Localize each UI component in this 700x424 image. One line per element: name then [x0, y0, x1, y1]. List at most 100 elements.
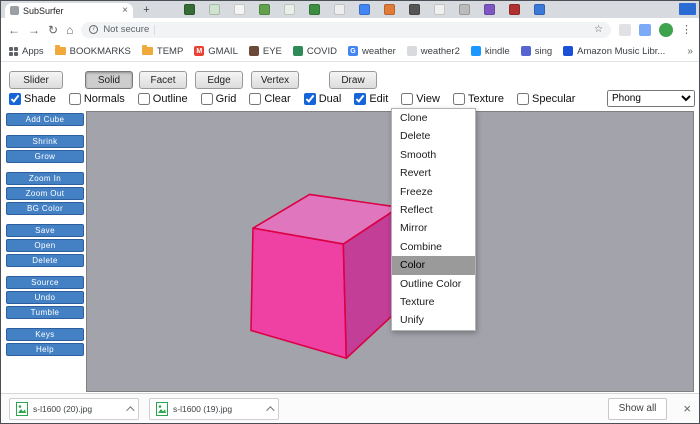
checkbox-specular[interactable]: Specular	[517, 92, 575, 105]
bookmark-item[interactable]: G weather	[347, 46, 396, 57]
menu-item-freeze[interactable]: Freeze	[392, 183, 475, 201]
zoom-out-button[interactable]: Zoom Out	[6, 187, 84, 200]
mini-tab[interactable]	[184, 4, 195, 15]
downloads-close-icon[interactable]: ×	[683, 401, 691, 416]
help-button[interactable]: Help	[6, 343, 84, 356]
specular-checkbox[interactable]	[517, 92, 530, 105]
bookmark-item[interactable]: sing	[520, 46, 552, 57]
menu-item-unify[interactable]: Unify	[392, 311, 475, 329]
back-icon[interactable]: ←	[8, 24, 20, 36]
checkbox-shade[interactable]: Shade	[9, 92, 56, 105]
download-caret-icon[interactable]	[266, 405, 275, 415]
keys-button[interactable]: Keys	[6, 328, 84, 341]
mini-tab[interactable]	[259, 4, 270, 15]
bookmark-star-icon[interactable]: ☆	[594, 24, 603, 35]
menu-item-clone[interactable]: Clone	[392, 109, 475, 127]
menu-item-mirror[interactable]: Mirror	[392, 219, 475, 237]
mini-tab[interactable]	[434, 4, 445, 15]
new-tab-button[interactable]: +	[140, 3, 153, 16]
add-cube-button[interactable]: Add Cube	[6, 113, 84, 126]
menu-item-smooth[interactable]: Smooth	[392, 146, 475, 164]
source-button[interactable]: Source	[6, 276, 84, 289]
checkbox-grid[interactable]: Grid	[200, 92, 236, 105]
bookmark-folder[interactable]: TEMP	[141, 45, 183, 57]
grid-checkbox[interactable]	[200, 92, 213, 105]
bookmark-item[interactable]: EYE	[248, 46, 282, 57]
checkbox-clear[interactable]: Clear	[249, 92, 291, 105]
save-button[interactable]: Save	[6, 224, 84, 237]
bookmark-item[interactable]: M GMAIL	[194, 46, 238, 57]
profile-avatar[interactable]	[659, 22, 673, 37]
tab-subsurfer[interactable]: SubSurfer ×	[5, 3, 133, 18]
mini-tab[interactable]	[359, 4, 370, 15]
reload-icon[interactable]: ↻	[48, 24, 58, 36]
mini-tab[interactable]	[484, 4, 495, 15]
normals-checkbox[interactable]	[68, 92, 81, 105]
menu-item-reflect[interactable]: Reflect	[392, 201, 475, 219]
clear-checkbox[interactable]	[249, 92, 262, 105]
mini-tab[interactable]	[384, 4, 395, 15]
menu-item-outline-color[interactable]: Outline Color	[392, 275, 475, 293]
shading-select[interactable]: Phong	[607, 90, 695, 107]
mini-tab[interactable]	[509, 4, 520, 15]
shade-checkbox[interactable]	[9, 92, 21, 105]
edge-button[interactable]: Edge	[195, 71, 243, 89]
solid-button[interactable]: Solid	[85, 71, 133, 89]
omnibox[interactable]: i Not secure ☆	[81, 21, 611, 38]
bookmark-item[interactable]: COVID	[292, 46, 337, 57]
download-item[interactable]: s-l1600 (20).jpg	[9, 397, 139, 420]
draw-button[interactable]: Draw	[329, 71, 377, 89]
texture-checkbox[interactable]	[452, 92, 465, 105]
show-all-button[interactable]: Show all	[607, 397, 668, 420]
mini-tab[interactable]	[334, 4, 345, 15]
viewport-canvas[interactable]	[86, 111, 694, 392]
edit-checkbox[interactable]	[354, 92, 367, 105]
mini-tab[interactable]	[234, 4, 245, 15]
view-checkbox[interactable]	[401, 92, 414, 105]
outline-checkbox[interactable]	[137, 92, 150, 105]
tab-close-icon[interactable]: ×	[122, 5, 128, 16]
mini-tab[interactable]	[534, 4, 545, 15]
browser-menu-icon[interactable]: ⋮	[681, 23, 692, 36]
bookmark-folder[interactable]: BOOKMARKS	[54, 45, 131, 57]
bookmark-item[interactable]: Amazon Music Libr...	[563, 46, 665, 57]
checkbox-texture[interactable]: Texture	[452, 92, 504, 105]
menu-item-color[interactable]: Color	[392, 256, 475, 275]
open-button[interactable]: Open	[6, 239, 84, 252]
delete-button[interactable]: Delete	[6, 254, 84, 267]
bookmark-item[interactable]: weather2	[406, 46, 460, 57]
corner-tab[interactable]	[679, 3, 696, 15]
mini-tab[interactable]	[409, 4, 420, 15]
download-caret-icon[interactable]	[126, 405, 135, 415]
bg-color-button[interactable]: BG Color	[6, 202, 84, 215]
menu-item-texture[interactable]: Texture	[392, 293, 475, 311]
undo-button[interactable]: Undo	[6, 291, 84, 304]
forward-icon[interactable]: →	[28, 24, 40, 36]
mini-tab[interactable]	[309, 4, 320, 15]
home-icon[interactable]: ⌂	[66, 24, 73, 36]
checkbox-outline[interactable]: Outline	[137, 92, 188, 105]
dual-checkbox[interactable]	[303, 92, 316, 105]
mini-tab[interactable]	[459, 4, 470, 15]
checkbox-view[interactable]: View	[401, 92, 440, 105]
checkbox-normals[interactable]: Normals	[68, 92, 125, 105]
extension-icon[interactable]	[639, 23, 651, 36]
menu-item-combine[interactable]: Combine	[392, 238, 475, 256]
menu-item-delete[interactable]: Delete	[392, 127, 475, 145]
bookmarks-overflow-icon[interactable]: »	[687, 46, 693, 57]
menu-item-revert[interactable]: Revert	[392, 164, 475, 182]
zoom-in-button[interactable]: Zoom In	[6, 172, 84, 185]
checkbox-dual[interactable]: Dual	[303, 92, 341, 105]
vertex-button[interactable]: Vertex	[251, 71, 299, 89]
facet-button[interactable]: Facet	[139, 71, 187, 89]
slider-button[interactable]: Slider	[9, 71, 63, 89]
bookmark-item[interactable]: kindle	[470, 46, 510, 57]
cube-front-face[interactable]	[250, 227, 348, 360]
tumble-button[interactable]: Tumble	[6, 306, 84, 319]
grow-button[interactable]: Grow	[6, 150, 84, 163]
extension-icon[interactable]	[619, 23, 631, 36]
download-item[interactable]: s-l1600 (19).jpg	[149, 397, 279, 420]
pink-cube[interactable]	[250, 193, 401, 360]
checkbox-edit[interactable]: Edit	[354, 92, 388, 105]
info-icon[interactable]: i	[89, 25, 99, 34]
